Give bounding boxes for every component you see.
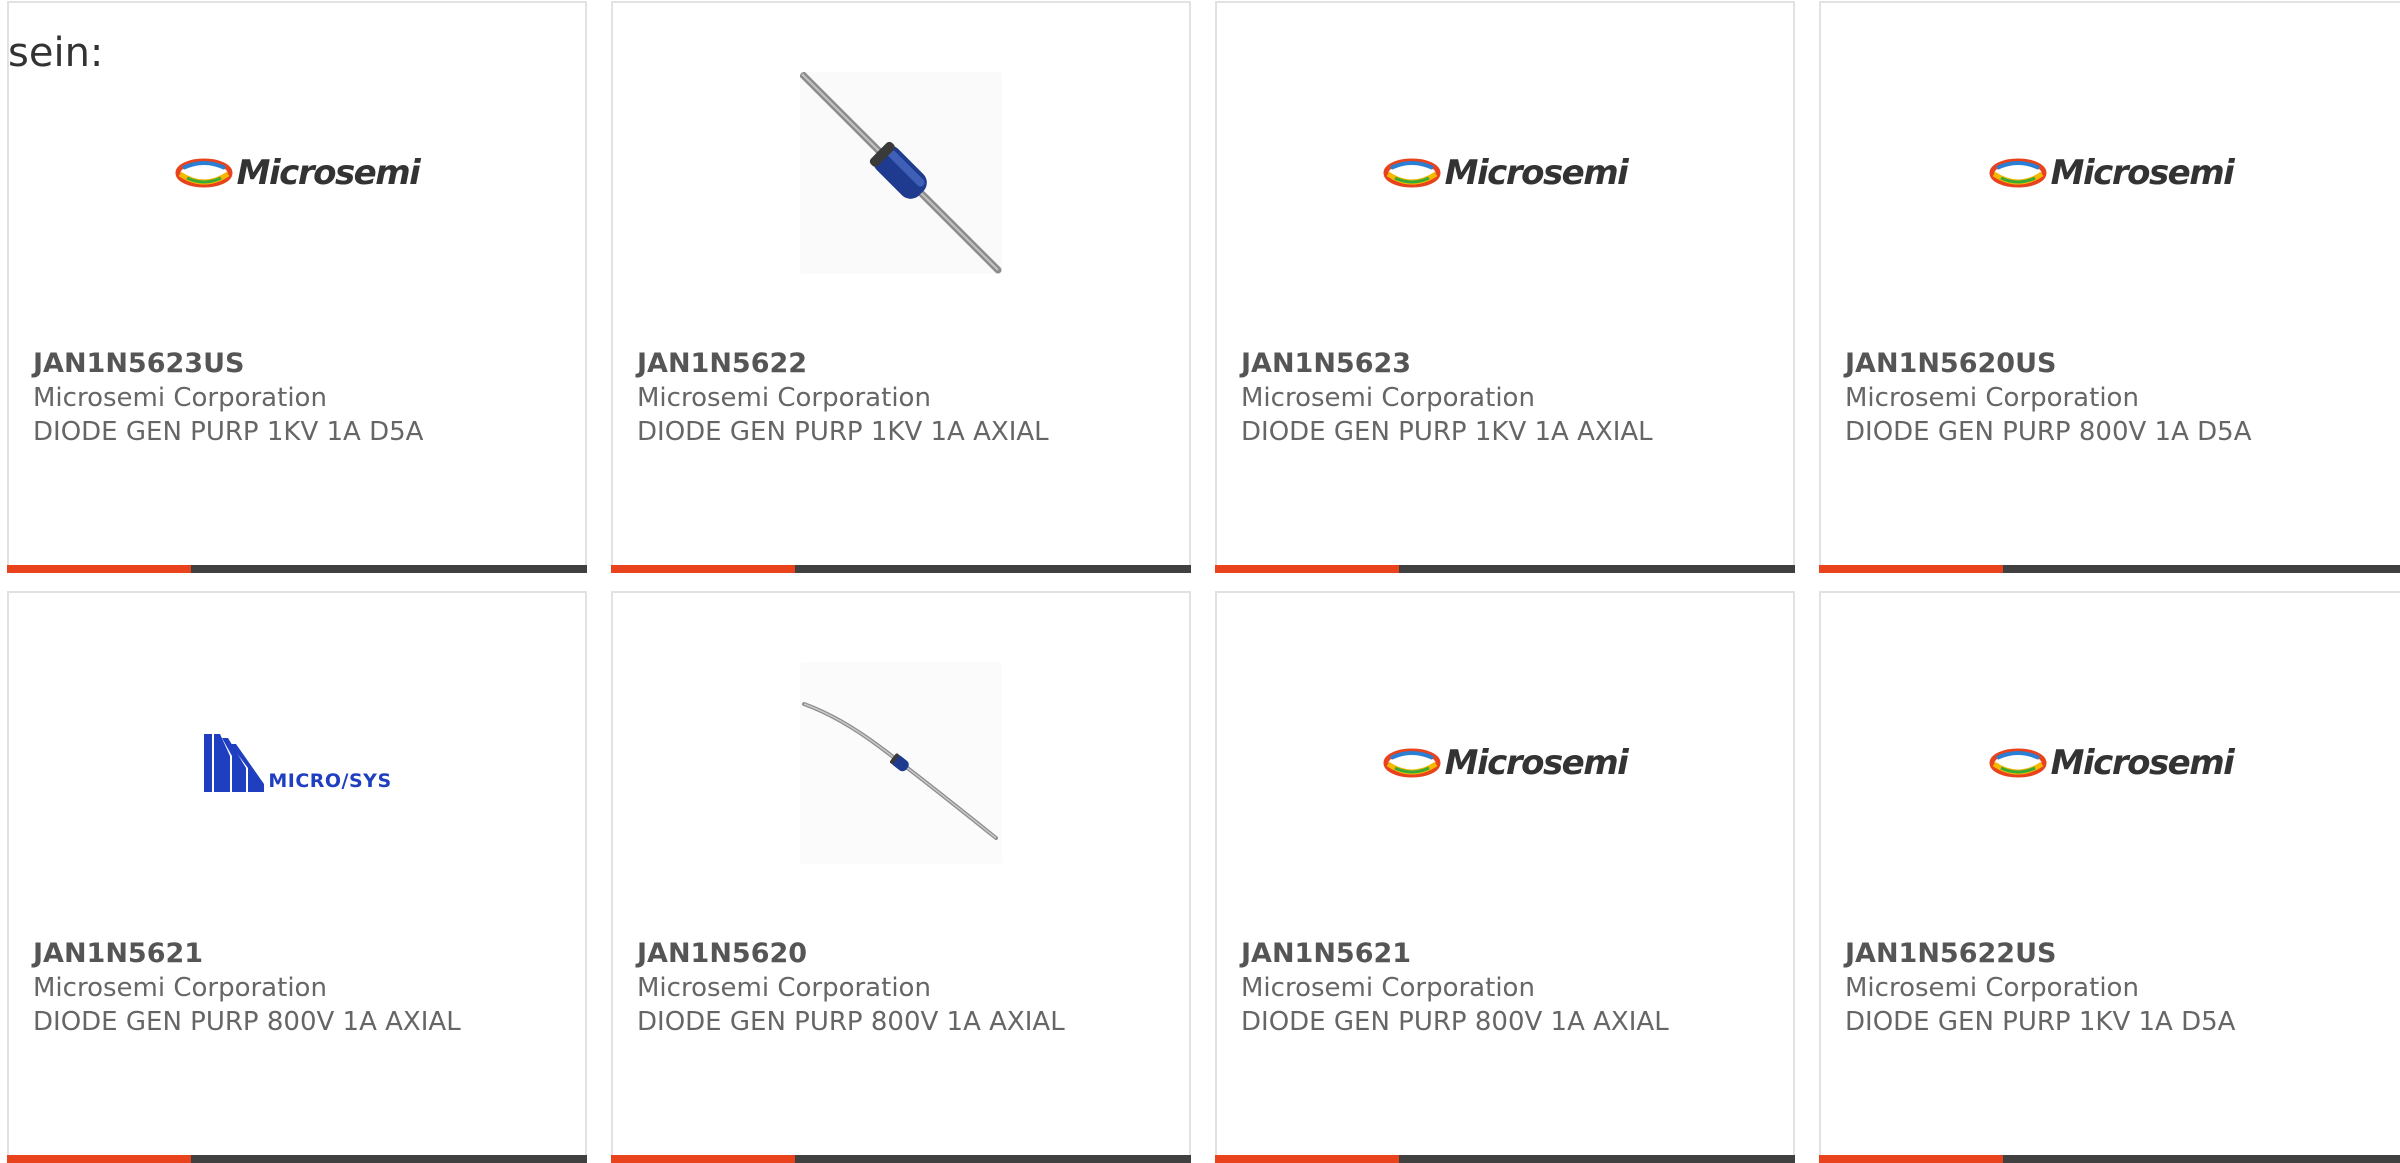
description: DIODE GEN PURP 800V 1A AXIAL <box>1241 1007 1669 1037</box>
card-accent <box>1215 1155 1399 1163</box>
product-card[interactable]: Microsemi JAN1N5621 Microsemi Corporatio… <box>1215 591 1795 1163</box>
product-image[interactable]: Microsemi <box>1821 3 2400 343</box>
description: DIODE GEN PURP 1KV 1A AXIAL <box>637 417 1049 447</box>
description: DIODE GEN PURP 1KV 1A D5A <box>33 417 424 447</box>
manufacturer: Microsemi Corporation <box>33 383 327 413</box>
manufacturer: Microsemi Corporation <box>1241 383 1535 413</box>
part-number[interactable]: JAN1N5620 <box>637 937 1179 971</box>
microsemi-logo-text: Microsemi <box>236 153 421 193</box>
manufacturer: Microsemi Corporation <box>637 973 931 1003</box>
product-card[interactable]: MICRO/SYS JAN1N5621 Microsemi Corporatio… <box>7 591 587 1163</box>
card-footer-bar <box>611 565 1191 573</box>
manufacturer: Microsemi Corporation <box>1845 383 2139 413</box>
manufacturer: Microsemi Corporation <box>637 383 931 413</box>
microsemi-logo: Microsemi <box>1989 743 2235 783</box>
part-number[interactable]: JAN1N5621 <box>1241 937 1783 971</box>
microsys-logo-mark-icon <box>204 734 265 792</box>
microsemi-logo-text: Microsemi <box>1444 153 1629 193</box>
description: DIODE GEN PURP 1KV 1A D5A <box>1845 1007 2236 1037</box>
microsemi-logo: Microsemi <box>1989 153 2235 193</box>
microsemi-logo-text: Microsemi <box>1444 743 1629 783</box>
card-accent <box>7 565 191 573</box>
product-card[interactable]: Microsemi JAN1N5623 Microsemi Corporatio… <box>1215 1 1795 573</box>
description: DIODE GEN PURP 800V 1A AXIAL <box>33 1007 461 1037</box>
product-card[interactable]: Microsemi JAN1N5622US Microsemi Corporat… <box>1819 591 2400 1163</box>
card-accent <box>1819 565 2003 573</box>
description: DIODE GEN PURP 1KV 1A AXIAL <box>1241 417 1653 447</box>
microsemi-swoosh-icon <box>1383 748 1441 778</box>
microsys-logo-text: MICRO/SYS <box>268 770 392 792</box>
description: DIODE GEN PURP 800V 1A D5A <box>1845 417 2252 447</box>
part-number[interactable]: JAN1N5622 <box>637 347 1179 381</box>
microsemi-logo: Microsemi <box>175 153 421 193</box>
product-image[interactable]: MICRO/SYS <box>9 593 585 933</box>
card-footer-bar <box>611 1155 1191 1163</box>
card-footer-bar <box>1819 1155 2400 1163</box>
microsemi-swoosh-icon <box>1989 158 2047 188</box>
intro-text: sein: <box>8 30 104 76</box>
microsemi-swoosh-icon <box>175 158 233 188</box>
card-accent <box>1819 1155 2003 1163</box>
manufacturer: Microsemi Corporation <box>1241 973 1535 1003</box>
manufacturer: Microsemi Corporation <box>1845 973 2139 1003</box>
microsys-logo: MICRO/SYS <box>202 732 391 794</box>
product-image[interactable]: Microsemi <box>1821 593 2400 933</box>
microsemi-logo-text: Microsemi <box>2050 743 2235 783</box>
product-image[interactable] <box>613 3 1189 343</box>
diode-photo-icon <box>800 662 1002 864</box>
product-image[interactable]: Microsemi <box>1217 3 1793 343</box>
manufacturer: Microsemi Corporation <box>33 973 327 1003</box>
microsemi-logo: Microsemi <box>1383 743 1629 783</box>
card-footer-bar <box>1215 565 1795 573</box>
card-footer-bar <box>1819 565 2400 573</box>
product-card[interactable]: JAN1N5622 Microsemi Corporation DIODE GE… <box>611 1 1191 573</box>
part-number[interactable]: JAN1N5620US <box>1845 347 2392 381</box>
card-footer-bar <box>1215 1155 1795 1163</box>
card-accent <box>7 1155 191 1163</box>
part-number[interactable]: JAN1N5621 <box>33 937 575 971</box>
card-accent <box>611 565 795 573</box>
card-accent <box>1215 565 1399 573</box>
card-footer-bar <box>7 1155 587 1163</box>
card-footer-bar <box>7 565 587 573</box>
product-card[interactable]: Microsemi JAN1N5620US Microsemi Corporat… <box>1819 1 2400 573</box>
product-image[interactable]: Microsemi <box>1217 593 1793 933</box>
part-number[interactable]: JAN1N5623US <box>33 347 575 381</box>
microsemi-swoosh-icon <box>1989 748 2047 778</box>
card-accent <box>611 1155 795 1163</box>
microsemi-logo: Microsemi <box>1383 153 1629 193</box>
description: DIODE GEN PURP 800V 1A AXIAL <box>637 1007 1065 1037</box>
product-image[interactable] <box>613 593 1189 933</box>
product-card[interactable]: Microsemi JAN1N5623US Microsemi Corporat… <box>7 1 587 573</box>
diode-photo-icon <box>800 72 1002 274</box>
microsemi-logo-text: Microsemi <box>2050 153 2235 193</box>
part-number[interactable]: JAN1N5622US <box>1845 937 2392 971</box>
product-grid: Microsemi JAN1N5623US Microsemi Corporat… <box>0 0 2400 1163</box>
product-card[interactable]: JAN1N5620 Microsemi Corporation DIODE GE… <box>611 591 1191 1163</box>
part-number[interactable]: JAN1N5623 <box>1241 347 1783 381</box>
microsemi-swoosh-icon <box>1383 158 1441 188</box>
